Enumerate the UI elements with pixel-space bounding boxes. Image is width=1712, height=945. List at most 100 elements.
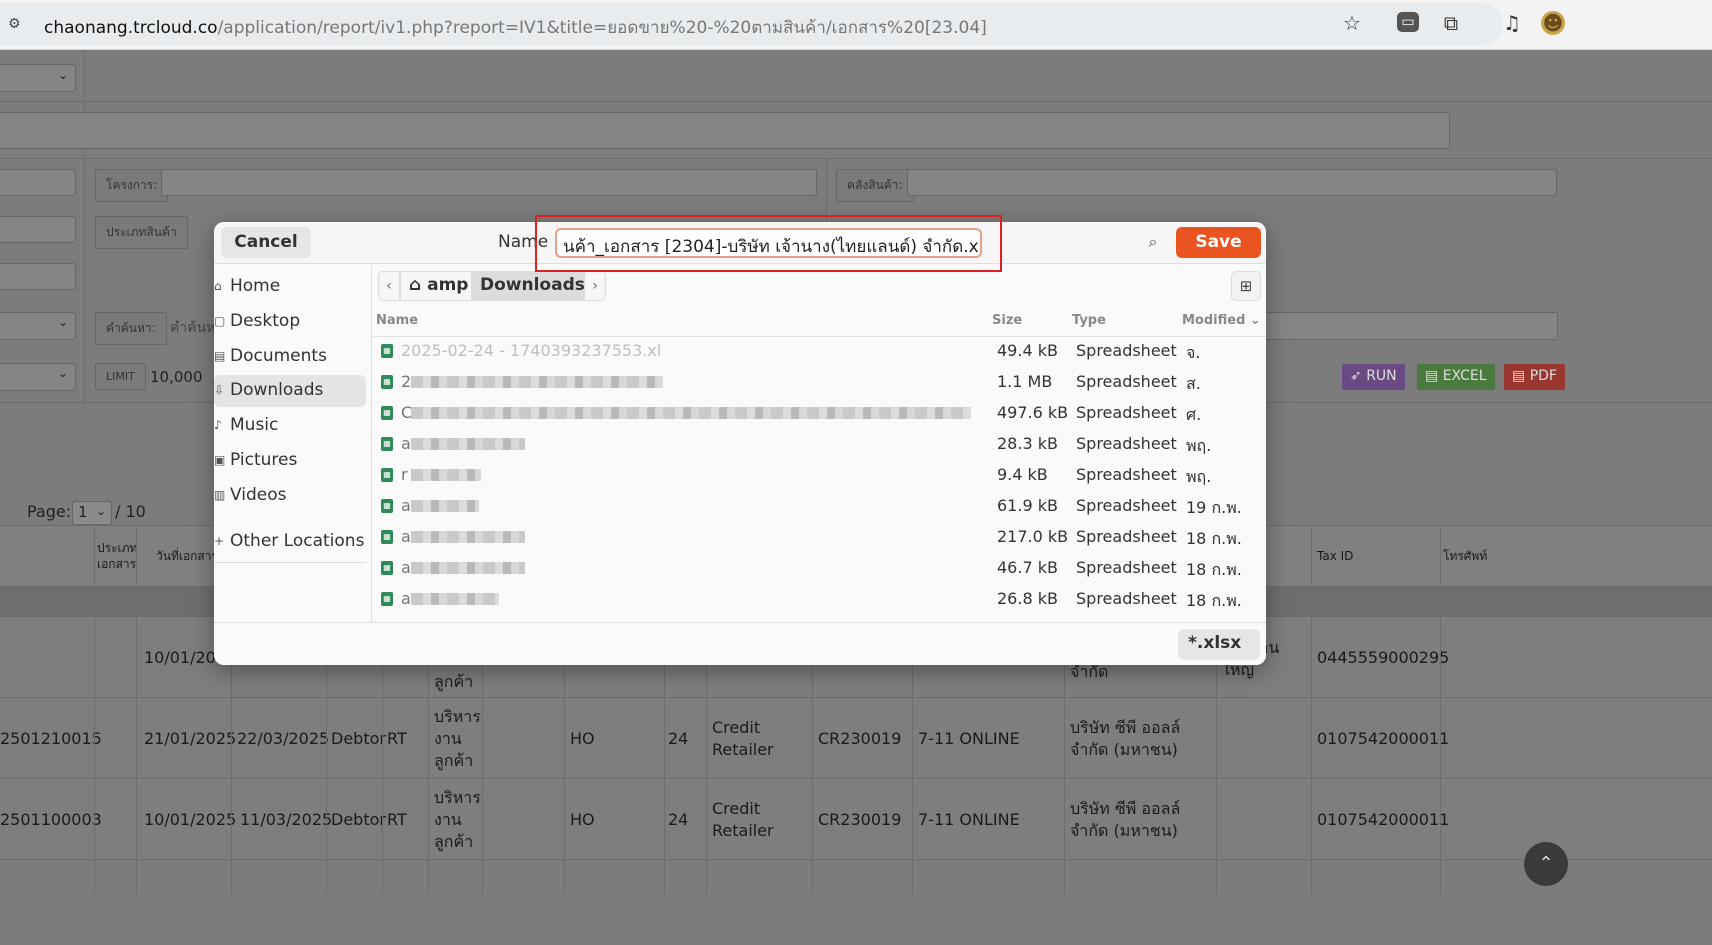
spreadsheet-icon: ▦	[381, 344, 393, 358]
chevron-down-icon: ⌄	[1249, 313, 1261, 328]
column-modified[interactable]: Modified ⌄	[1182, 313, 1261, 328]
file-modified: 18 ก.พ.	[1186, 591, 1242, 610]
file-size: 1.1 MB	[997, 372, 1053, 391]
file-size: 28.3 kB	[997, 434, 1058, 453]
cell-type: Debtor	[331, 810, 386, 829]
spreadsheet-icon: ▦	[381, 499, 393, 513]
sidebar-item-pictures[interactable]: ▣ Pictures	[214, 445, 366, 477]
warehouse-input[interactable]	[907, 169, 1557, 196]
desktop-icon: ▢	[214, 314, 226, 328]
scroll-to-top-icon[interactable]: ⌃	[1524, 842, 1568, 886]
file-type: Spreadsheet	[1076, 527, 1177, 546]
file-row[interactable]: ▦ a 217.0 kB Spreadsheet 18 ก.พ.	[373, 522, 1266, 553]
input-box[interactable]	[0, 169, 76, 196]
chevron-down-icon: ⌄	[58, 315, 69, 329]
save-button[interactable]: Save	[1176, 227, 1261, 258]
pdf-button[interactable]: ▤ PDF	[1504, 364, 1565, 390]
table-row[interactable]: 2501100003 10/01/2025 11/03/2025 Debtor …	[0, 779, 1712, 860]
cell-customer-name: 7-11 ONLINE	[918, 810, 1020, 829]
sidebar-separator	[214, 562, 366, 563]
path-segment-downloads[interactable]: Downloads	[471, 271, 594, 301]
column-name[interactable]: Name	[376, 313, 418, 328]
excel-button[interactable]: ▤ EXCEL	[1417, 364, 1495, 390]
new-folder-icon[interactable]: ⊞	[1231, 271, 1261, 301]
file-row[interactable]: ▦ r 9.4 kB Spreadsheet พฤ.	[373, 460, 1266, 491]
path-forward-arrow-icon[interactable]: ›	[584, 271, 606, 301]
cell-due-date: 11/03/2025	[240, 810, 333, 829]
cell-category: Credit Retailer	[712, 718, 774, 759]
blurred-filename	[411, 376, 663, 388]
file-row[interactable]: ▦ 2025-02-24 - 1740393237553.xlsx 49.4 k…	[373, 336, 1266, 367]
input-box[interactable]	[0, 263, 76, 290]
file-row[interactable]: ▦ 2 1.1 MB Spreadsheet ส.	[373, 367, 1266, 398]
profile-avatar-icon[interactable]: ☻	[1541, 11, 1565, 35]
divider	[1440, 525, 1441, 895]
run-button[interactable]: ➶ RUN	[1342, 364, 1405, 390]
downloads-icon: ⇩	[214, 383, 225, 397]
file-row[interactable]: ▦ a 46.7 kB Spreadsheet 18 ก.พ.	[373, 553, 1266, 584]
file-filter-dropdown[interactable]: *.xlsx ⌄	[1178, 629, 1260, 665]
star-icon[interactable]: ☆	[1340, 11, 1364, 35]
file-size: 49.4 kB	[997, 341, 1058, 360]
table-row[interactable]: 2501210015 21/01/2025 22/03/2025 Debtor …	[0, 698, 1712, 779]
column-size[interactable]: Size	[992, 313, 1022, 328]
chevron-down-icon: ⌄	[1188, 657, 1199, 665]
sidebar-item-label: Pictures	[230, 450, 298, 470]
column-type[interactable]: Type	[1072, 313, 1106, 328]
cancel-button[interactable]: Cancel	[221, 227, 311, 258]
cell-company: บริษัท ซีพี ออลล์ จำกัด (มหาชน)	[1070, 718, 1181, 759]
filter-input[interactable]	[0, 112, 1450, 149]
address-bar[interactable]: ⚙ chaonang.trcloud.co/application/report…	[0, 3, 1503, 45]
sidebar-item-desktop[interactable]: ▢ Desktop	[214, 306, 366, 338]
sidebar-item-other-locations[interactable]: + Other Locations	[214, 526, 366, 558]
tune-icon[interactable]: ⚙	[8, 16, 26, 32]
sidebar-item-downloads[interactable]: ⇩ Downloads	[214, 375, 366, 407]
search-icon[interactable]: ⌕	[1142, 232, 1164, 254]
project-input[interactable]	[161, 169, 817, 196]
places-sidebar: ⌂ Home ▢ Desktop ▤ Documents ⇩ Downloads ♪ Mu…	[214, 265, 372, 622]
file-row[interactable]: ▦ C 497.6 kB Spreadsheet ศ.	[373, 398, 1266, 429]
sidebar-item-label: Videos	[230, 485, 287, 505]
documents-icon: ▤	[214, 349, 226, 363]
sidebar-item-documents[interactable]: ▤ Documents	[214, 341, 366, 373]
file-type: Spreadsheet	[1076, 589, 1177, 608]
input-box[interactable]	[0, 216, 76, 243]
file-row[interactable]: ▦ a 26.8 kB Spreadsheet 18 ก.พ.	[373, 584, 1266, 615]
divider	[94, 525, 95, 895]
path-segment-home[interactable]: ⌂ amp	[400, 271, 478, 301]
blurred-filename	[411, 531, 525, 543]
cell-desc: ลูกค้า	[434, 672, 474, 691]
search-label: คำค้นหา:	[95, 312, 167, 345]
file-modified: 19 ก.พ.	[1186, 498, 1242, 517]
sidebar-item-music[interactable]: ♪ Music	[214, 410, 366, 442]
file-modified: ศ.	[1186, 405, 1202, 424]
divider	[84, 50, 85, 405]
spreadsheet-icon: ▦	[381, 406, 393, 420]
spreadsheet-icon: ▦	[381, 561, 393, 575]
divider	[0, 158, 1712, 159]
sidebar-item-home[interactable]: ⌂ Home	[214, 271, 366, 303]
file-row[interactable]: ▦ a 61.9 kB Spreadsheet 19 ก.พ.	[373, 491, 1266, 522]
search-input[interactable]: คำค้นห	[170, 317, 215, 339]
sidebar-item-videos[interactable]: ▥ Videos	[214, 480, 366, 512]
limit-input[interactable]: 10,000	[150, 368, 203, 386]
line-app-icon[interactable]: ▭	[1397, 12, 1419, 32]
file-type: Spreadsheet	[1076, 372, 1177, 391]
chevron-down-icon: ⌄	[96, 504, 107, 518]
file-filter-label: *.xlsx	[1188, 633, 1242, 653]
music-icon: ♪	[214, 418, 222, 432]
chevron-down-icon: ⌄	[58, 366, 69, 380]
header-tax-id: Tax ID	[1317, 549, 1354, 563]
media-icon[interactable]: ♫	[1500, 11, 1524, 35]
cell-company: บริษัท ซีพี ออลล์ จำกัด (มหาชน)	[1070, 799, 1181, 840]
url-text[interactable]: chaonang.trcloud.co/application/report/i…	[44, 14, 987, 41]
sidebar-item-label: Documents	[230, 346, 327, 366]
file-row[interactable]: ▦ a 28.3 kB Spreadsheet พฤ.	[373, 429, 1266, 460]
cell-customer-code: CR230019	[818, 810, 902, 829]
home-icon: ⌂	[409, 275, 422, 295]
path-back-arrow-icon[interactable]: ‹	[378, 271, 400, 301]
extension-icon[interactable]: ⧉	[1439, 11, 1463, 35]
input-box[interactable]	[1262, 312, 1558, 340]
file-modified: พฤ.	[1186, 467, 1212, 486]
spreadsheet-icon: ▦	[381, 437, 393, 451]
